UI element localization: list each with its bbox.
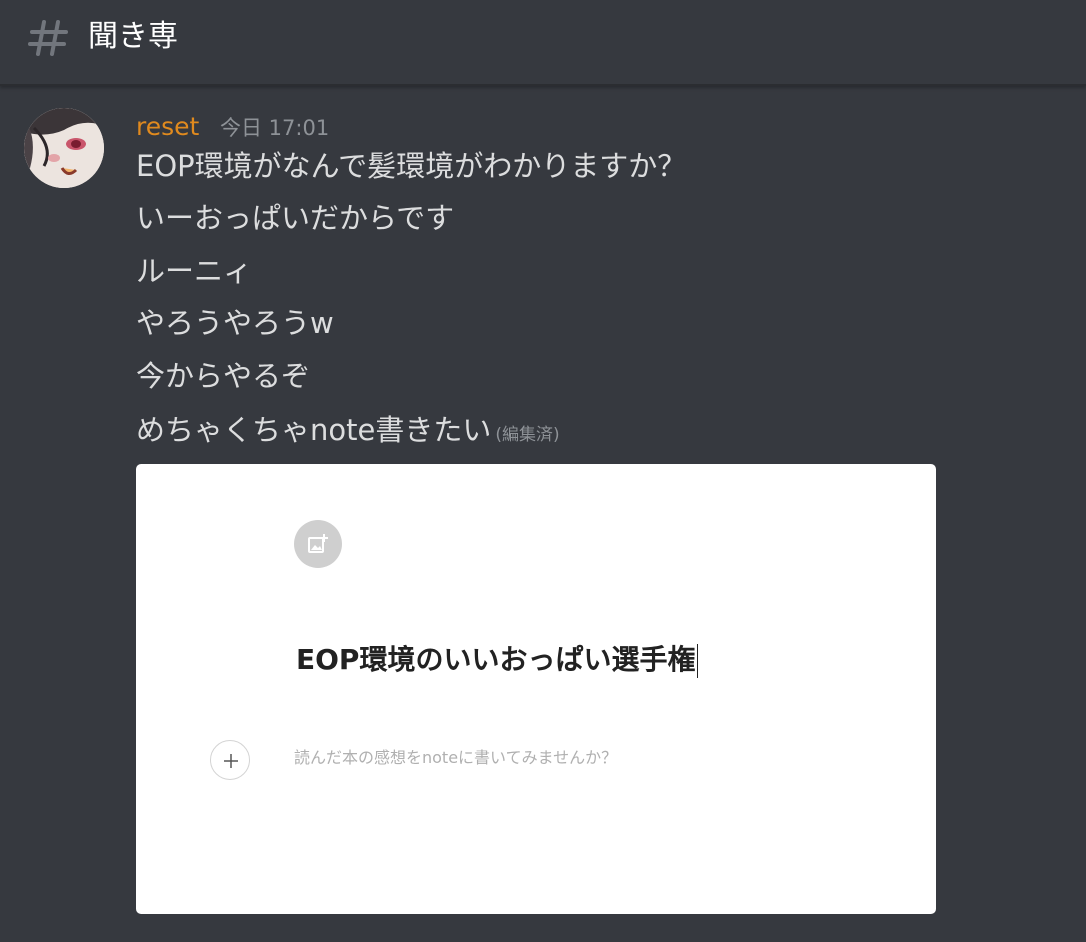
hash-icon: [26, 16, 70, 60]
note-title-input[interactable]: EOP環境のいいおっぱい選手権: [296, 640, 699, 680]
text-caret: [697, 644, 699, 678]
message-line: めちゃくちゃnote書きたい: [136, 413, 492, 447]
message-line: いーおっぱいだからです: [136, 201, 455, 235]
edited-label: (編集済): [495, 425, 560, 445]
note-body-placeholder[interactable]: 読んだ本の感想をnoteに書いてみませんか？: [294, 746, 617, 770]
message-line: やろうやろうw: [136, 306, 334, 340]
message-line-last: めちゃくちゃnote書きたい (編集済): [136, 410, 560, 455]
add-block-button[interactable]: [210, 740, 250, 780]
message-timestamp: 今日 17:01: [220, 116, 330, 140]
message-line: EOP環境がなんで髪環境がわかりますか？: [136, 149, 687, 183]
avatar[interactable]: [24, 108, 104, 188]
add-image-button[interactable]: [294, 520, 342, 568]
plus-icon: [224, 754, 238, 768]
channel-name: 聞き専: [88, 19, 178, 54]
username[interactable]: reset: [136, 110, 199, 144]
embed-image[interactable]: EOP環境のいいおっぱい選手権 読んだ本の感想をnoteに書いてみませんか？: [136, 464, 936, 914]
add-image-icon: [308, 534, 328, 553]
message-line: ルーニィ: [136, 254, 253, 288]
note-title: EOP環境のいいおっぱい選手権: [296, 643, 696, 676]
channel-header: 聞き専: [0, 0, 1086, 86]
message-line: 今からやるぞ: [136, 359, 311, 393]
